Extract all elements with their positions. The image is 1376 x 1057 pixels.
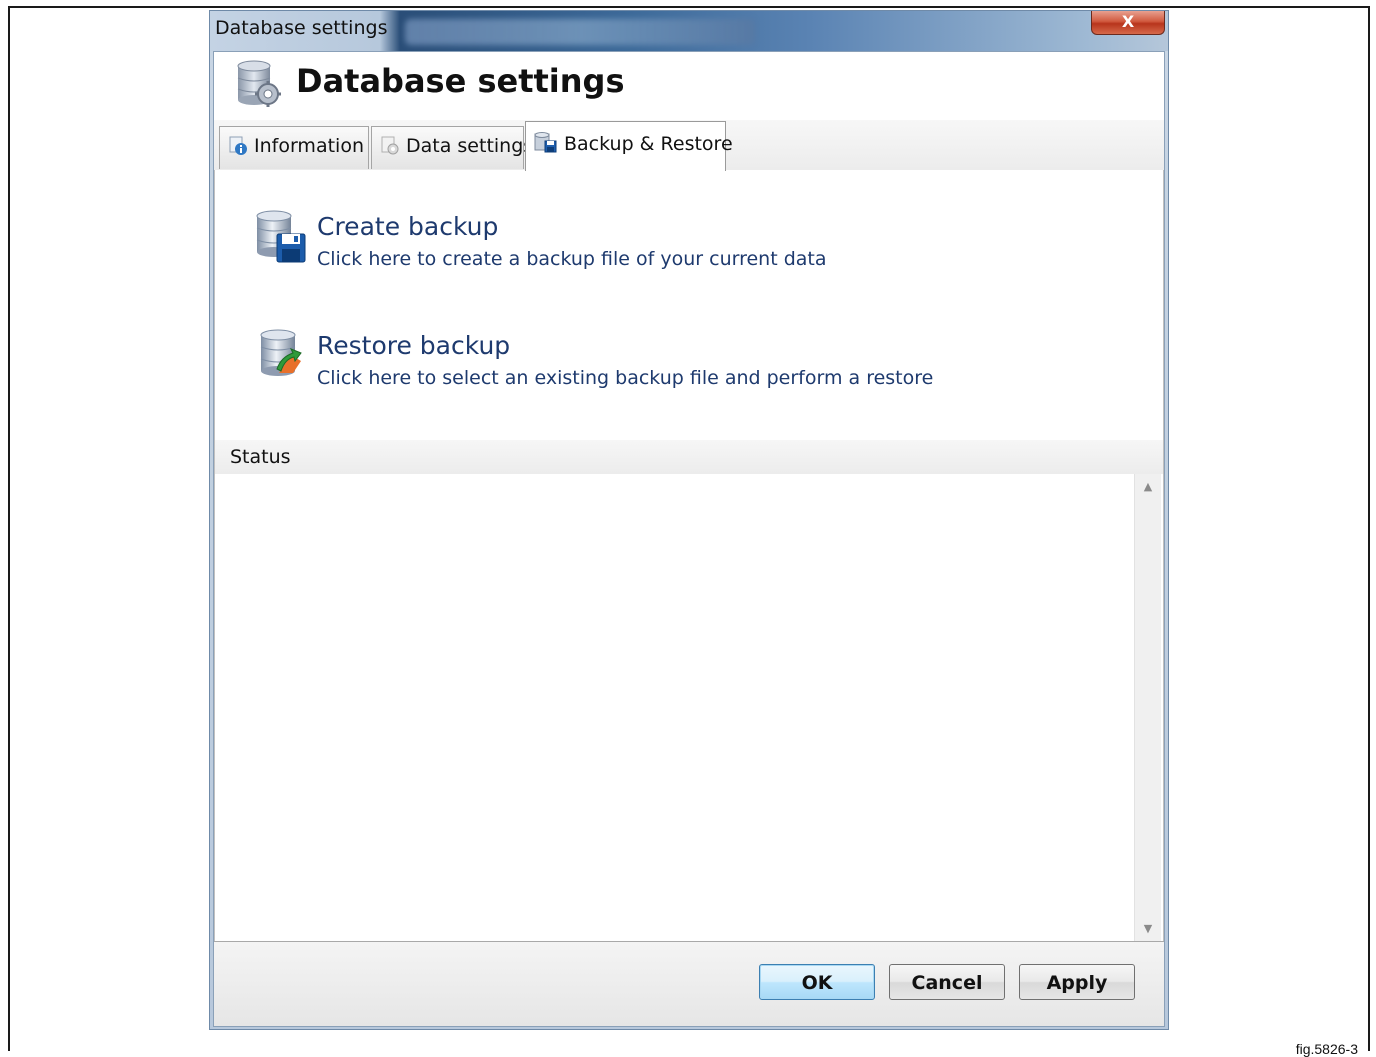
backup-restore-panel: Create backup Click here to create a bac… [214,170,1164,942]
scroll-up-arrow-icon[interactable]: ▲ [1135,474,1161,500]
restore-backup-action[interactable]: Restore backup Click here to select an e… [255,329,933,391]
tab-strip: Information Data settings Backup & Resto… [214,120,1164,171]
create-backup-title[interactable]: Create backup [317,212,498,241]
create-backup-action[interactable]: Create backup Click here to create a bac… [255,210,827,272]
database-save-icon [256,210,306,263]
close-button[interactable]: X [1091,11,1165,35]
figure-caption: fig.5826-3 [1295,1041,1358,1057]
tab-label: Data settings [406,135,534,157]
tab-data-settings[interactable]: Data settings [371,126,533,169]
status-label-text: Status [230,446,291,468]
tab-backup-restore[interactable]: Backup & Restore [525,121,733,171]
database-restore-icon [260,329,302,376]
background-window-title [405,19,755,45]
dialog-window: Database settings X Database settings In… [209,10,1169,1030]
window-title: Database settings [215,17,388,39]
create-backup-description[interactable]: Click here to create a backup file of yo… [317,248,827,270]
apply-button[interactable]: Apply [1019,964,1135,1000]
title-bar[interactable]: Database settings X [210,11,1168,51]
status-textbox[interactable]: ▲ ▼ [217,474,1161,942]
backup-restore-icon [534,132,557,153]
restore-backup-title[interactable]: Restore backup [317,331,510,360]
restore-backup-description[interactable]: Click here to select an existing backup … [317,367,933,389]
tab-information[interactable]: Information [219,126,369,169]
info-icon [229,136,247,155]
settings-doc-icon [381,136,399,155]
scroll-down-arrow-icon[interactable]: ▼ [1135,916,1161,942]
status-label: Status [215,440,1163,474]
dialog-header: Database settings [214,52,1164,120]
status-scrollbar[interactable]: ▲ ▼ [1134,474,1161,942]
dialog-client-area: Database settings Information Data setti… [213,51,1165,1027]
tab-label: Information [254,135,364,157]
cancel-button[interactable]: Cancel [889,964,1005,1000]
database-gear-icon [237,60,281,107]
dialog-footer: OK Cancel Apply [214,941,1164,1026]
tab-label: Backup & Restore [564,133,733,155]
page-title: Database settings [296,62,625,100]
ok-button[interactable]: OK [759,964,875,1000]
close-icon: X [1121,12,1135,31]
